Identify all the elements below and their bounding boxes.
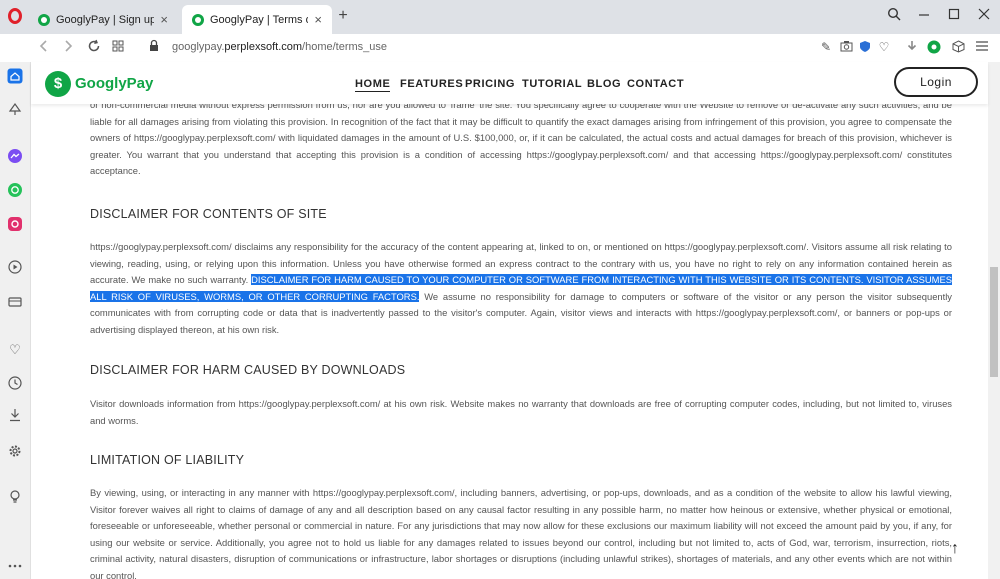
disclaimer-contents-paragraph: https://googlypay.perplexsoft.com/ discl…: [90, 239, 952, 339]
tab-terms-of-use[interactable]: GooglyPay | Terms of Use ×: [182, 5, 332, 34]
heart-icon[interactable]: ♡: [876, 40, 892, 54]
whatsapp-icon[interactable]: [7, 182, 23, 198]
home-icon[interactable]: [7, 68, 23, 84]
tab-title: GooglyPay | Sign up: [56, 13, 155, 26]
heart-icon[interactable]: ♡: [7, 342, 23, 358]
instagram-icon[interactable]: [7, 216, 23, 232]
page-scrollbar[interactable]: [988, 62, 1000, 579]
settings-gear-icon[interactable]: [7, 444, 23, 460]
player-icon[interactable]: [7, 260, 23, 276]
edit-icon[interactable]: ✎: [818, 40, 834, 54]
back-to-top-icon[interactable]: ↑: [951, 540, 959, 558]
search-tabs-icon[interactable]: [884, 7, 904, 24]
wallet-icon[interactable]: [7, 296, 23, 312]
heading-disclaimer-downloads: DISCLAIMER FOR HARM CAUSED BY DOWNLOADS: [90, 363, 406, 377]
nav-features[interactable]: FEATURES: [400, 78, 463, 90]
url-path: /home/terms_use: [302, 41, 388, 53]
site-logo-text[interactable]: GooglyPay: [75, 75, 153, 92]
url-domain: perplexsoft.com: [224, 41, 303, 53]
nav-tutorial[interactable]: TUTORIAL: [522, 78, 582, 90]
nav-home[interactable]: HOME: [355, 78, 391, 92]
maximize-icon[interactable]: [944, 7, 964, 24]
intro-paragraph: or non-commercial media without express …: [90, 104, 952, 177]
googlypay-logo-icon[interactable]: $: [45, 71, 71, 97]
tab-close-icon[interactable]: ×: [314, 12, 322, 27]
account-icon[interactable]: [926, 40, 942, 57]
heading-limitation-of-liability: LIMITATION OF LIABILITY: [90, 453, 245, 467]
nav-blog[interactable]: BLOG: [587, 78, 621, 90]
heading-disclaimer-contents: DISCLAIMER FOR CONTENTS OF SITE: [90, 207, 327, 221]
site-header: $ GooglyPay HOME FEATURES PRICING TUTORI…: [31, 62, 988, 104]
scrollbar-thumb[interactable]: [990, 267, 998, 377]
camera-icon[interactable]: [838, 40, 854, 55]
disclaimer-downloads-paragraph: Visitor downloads information from https…: [90, 398, 952, 426]
forward-icon[interactable]: [60, 39, 76, 56]
close-window-icon[interactable]: [974, 7, 994, 24]
address-bar: googlypay.perplexsoft.com/home/terms_use…: [0, 34, 1000, 63]
new-tab-icon[interactable]: +: [334, 7, 352, 25]
googlypay-favicon-icon: [38, 13, 50, 26]
history-clock-icon[interactable]: [7, 376, 23, 392]
browser-menu-icon[interactable]: [974, 40, 990, 55]
tab-title: GooglyPay | Terms of Use: [210, 13, 308, 26]
browser-tab-bar: GooglyPay | Sign up × GooglyPay | Terms …: [0, 0, 1000, 34]
pinboard-icon[interactable]: [7, 102, 23, 118]
url-prefix: googlypay.: [172, 41, 225, 53]
terms-content: or non-commercial media without express …: [31, 104, 988, 579]
lightbulb-icon[interactable]: [7, 490, 23, 506]
minimize-icon[interactable]: [914, 7, 934, 24]
limitation-paragraph: By viewing, using, or interacting in any…: [90, 487, 952, 579]
more-dots-icon[interactable]: [7, 556, 23, 572]
opera-menu-icon[interactable]: [8, 8, 22, 24]
tab-sign-up[interactable]: GooglyPay | Sign up ×: [28, 5, 178, 34]
back-icon[interactable]: [36, 39, 52, 56]
nav-contact[interactable]: CONTACT: [627, 78, 684, 90]
messenger-icon[interactable]: [7, 148, 23, 164]
downloads-icon[interactable]: [7, 408, 23, 424]
googlypay-favicon-icon: [192, 13, 204, 26]
lock-icon[interactable]: [146, 39, 162, 56]
browser-sidebar: ♡: [0, 62, 31, 579]
reload-icon[interactable]: [86, 39, 102, 56]
url-field[interactable]: googlypay.perplexsoft.com/home/terms_use: [172, 41, 387, 53]
speed-dial-icon[interactable]: [110, 39, 126, 56]
adblock-shield-icon[interactable]: [857, 40, 873, 56]
download-arrow-icon[interactable]: [904, 40, 920, 56]
nav-pricing[interactable]: PRICING: [465, 78, 515, 90]
tab-close-icon[interactable]: ×: [160, 12, 168, 27]
login-button[interactable]: Login: [894, 67, 978, 97]
extensions-cube-icon[interactable]: [950, 40, 966, 56]
